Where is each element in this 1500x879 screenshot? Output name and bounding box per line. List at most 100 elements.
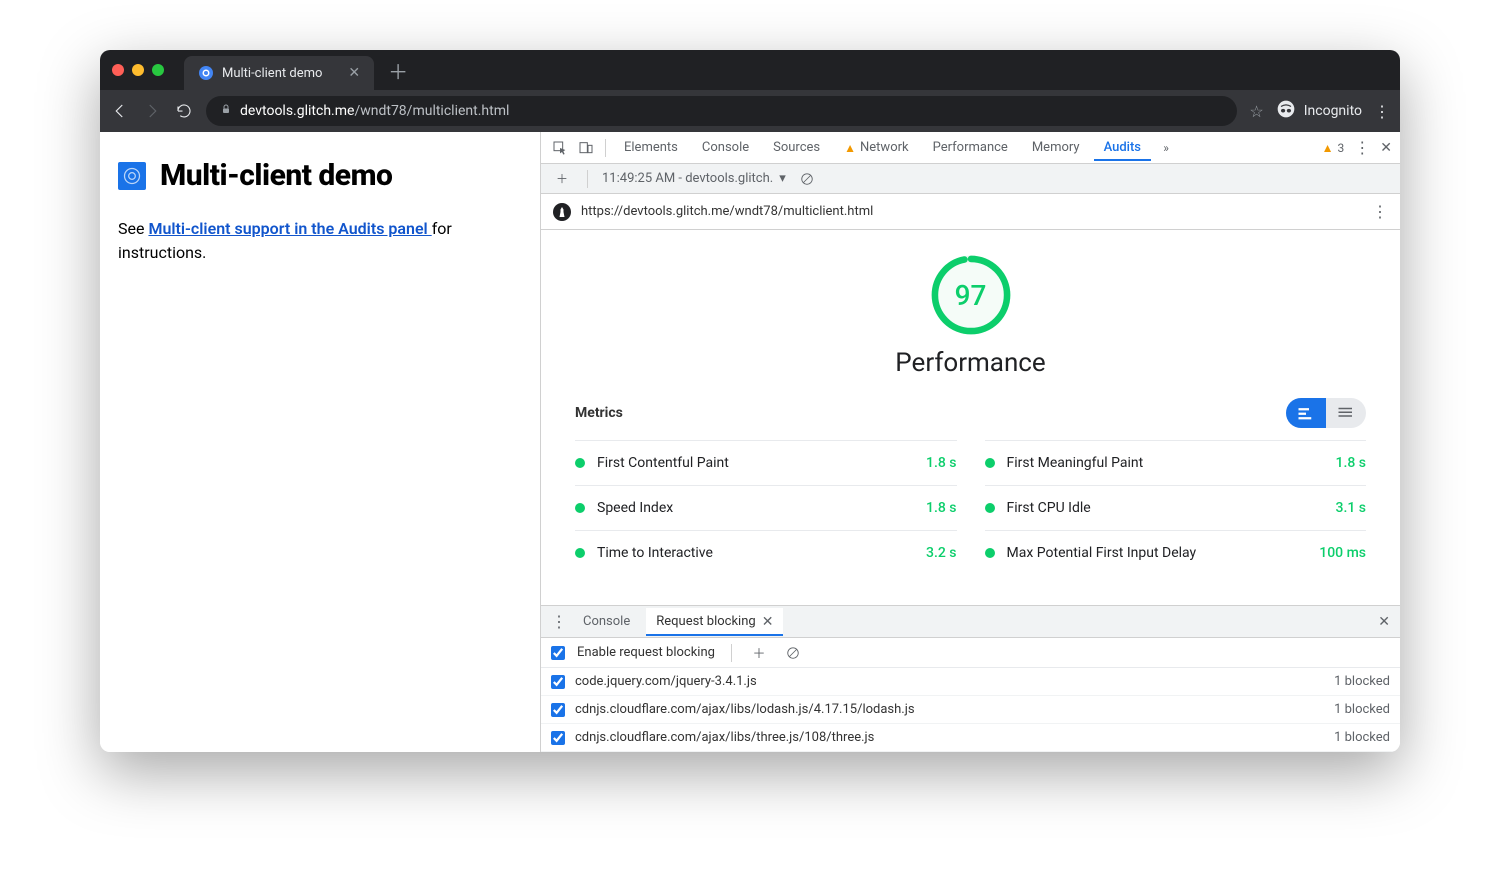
new-audit-button[interactable]: ＋ [551,168,573,190]
status-dot-icon [575,548,585,558]
audit-report-menu[interactable]: ⋮ [1372,202,1388,221]
audit-report: 97 Performance Metrics First Contentful … [541,230,1400,605]
rendered-page: Multi-client demo See Multi-client suppo… [100,132,540,752]
blocking-pattern-row[interactable]: cdnjs.cloudflare.com/ajax/libs/lodash.js… [541,696,1400,724]
divider [605,139,606,157]
incognito-indicator: Incognito [1276,99,1362,123]
tab-network-label: Network [860,140,909,155]
metric-value: 100 ms [1319,545,1366,561]
pattern-checkbox[interactable] [551,675,565,689]
metric-label: Max Potential First Input Delay [1007,545,1308,561]
gauge-score: 97 [930,254,1012,336]
metric-row: First CPU Idle 3.1 s [985,485,1367,530]
add-pattern-button[interactable]: ＋ [748,642,770,664]
browser-menu-button[interactable]: ⋮ [1374,102,1390,121]
devtools-settings-button[interactable]: ⋮ [1354,138,1370,157]
metric-value: 3.1 s [1336,500,1367,516]
forward-button[interactable] [142,102,162,120]
audits-toolbar: ＋ 11:49:25 AM - devtools.glitch. ▾ [541,164,1400,194]
pattern-text: cdnjs.cloudflare.com/ajax/libs/three.js/… [575,730,874,745]
device-toolbar-button[interactable] [575,137,597,159]
tab-console[interactable]: Console [692,134,759,161]
blocking-pattern-row[interactable]: cdnjs.cloudflare.com/ajax/libs/three.js/… [541,724,1400,752]
maximize-window-button[interactable] [152,64,164,76]
status-dot-icon [985,548,995,558]
status-dot-icon [985,458,995,468]
reload-button[interactable] [174,102,194,120]
url-path: /wndt78/multiclient.html [354,103,509,119]
tab-sources[interactable]: Sources [763,134,830,161]
status-dot-icon [575,458,585,468]
browser-tab[interactable]: Multi-client demo ✕ [184,56,374,90]
metric-row: Speed Index1.8 s [575,485,957,530]
window-controls [112,64,164,76]
browser-toolbar: devtools.glitch.me/wndt78/multiclient.ht… [100,90,1400,132]
tab-performance[interactable]: Performance [923,134,1018,161]
close-window-button[interactable] [112,64,124,76]
pattern-checkbox[interactable] [551,703,565,717]
tab-elements[interactable]: Elements [614,134,688,161]
tab-network[interactable]: ▲ Network [834,134,919,161]
metrics-section: Metrics First Contentful Paint1.8 s Firs… [541,388,1400,595]
more-tabs-button[interactable]: » [1155,137,1177,159]
browser-window: Multi-client demo ✕ ＋ devtools.glitch.me… [100,50,1400,752]
bookmark-star-icon[interactable]: ☆ [1249,102,1263,121]
devtools-drawer: ⋮ Console Request blocking ✕ ✕ Enable re… [541,605,1400,752]
content-area: Multi-client demo See Multi-client suppo… [100,132,1400,752]
performance-gauge: 97 Performance [541,230,1400,388]
pattern-checkbox[interactable] [551,731,565,745]
close-devtools-button[interactable]: ✕ [1380,140,1392,156]
page-body-pre: See [118,219,148,238]
close-drawer-tab-icon[interactable]: ✕ [762,614,774,630]
back-button[interactable] [110,102,130,120]
incognito-icon [1276,99,1296,123]
tab-memory[interactable]: Memory [1022,134,1090,161]
blocked-count: 1 blocked [1334,730,1390,745]
blocking-pattern-row[interactable]: code.jquery.com/jquery-3.4.1.js 1 blocke… [541,668,1400,696]
compact-view-button[interactable] [1286,398,1326,428]
enable-blocking-checkbox[interactable] [551,646,565,660]
page-header: Multi-client demo [118,158,522,193]
blocked-count: 1 blocked [1334,674,1390,689]
enable-blocking-label: Enable request blocking [577,645,715,660]
page-body: See Multi-client support in the Audits p… [118,217,522,265]
audit-url-bar: https://devtools.glitch.me/wndt78/multic… [541,194,1400,230]
instructions-link[interactable]: Multi-client support in the Audits panel [148,219,431,238]
close-drawer-button[interactable]: ✕ [1378,614,1390,630]
warning-icon: ▲ [844,141,856,155]
remove-all-patterns-button[interactable] [782,642,804,664]
metric-label: Speed Index [597,500,914,516]
drawer-menu-button[interactable]: ⋮ [551,612,567,631]
clear-audit-button[interactable] [796,168,818,190]
audit-run-selector[interactable]: 11:49:25 AM - devtools.glitch. ▾ [602,171,786,186]
devtools-panel: Elements Console Sources ▲ Network Perfor… [540,132,1400,752]
metric-row: First Meaningful Paint1.8 s [985,440,1367,485]
dropdown-caret-icon: ▾ [779,171,786,186]
metric-label: Time to Interactive [597,545,914,561]
expanded-view-button[interactable] [1326,398,1366,428]
drawer-tab-request-blocking[interactable]: Request blocking ✕ [646,608,783,636]
address-bar[interactable]: devtools.glitch.me/wndt78/multiclient.ht… [206,96,1237,126]
metric-value: 3.2 s [926,545,957,561]
inspect-element-button[interactable] [549,137,571,159]
request-blocking-toolbar: Enable request blocking ＋ [541,638,1400,668]
metric-label: First CPU Idle [1007,500,1324,516]
warning-count[interactable]: 3 [1338,141,1345,155]
metrics-title: Metrics [575,405,623,421]
metrics-grid: First Contentful Paint1.8 s First Meanin… [575,440,1366,575]
metric-label: First Meaningful Paint [1007,455,1324,471]
new-tab-button[interactable]: ＋ [388,56,408,85]
lighthouse-icon [553,203,571,221]
devtools-tabbar: Elements Console Sources ▲ Network Perfor… [541,132,1400,164]
pattern-text: code.jquery.com/jquery-3.4.1.js [575,674,757,689]
close-tab-icon[interactable]: ✕ [348,65,360,81]
tab-audits[interactable]: Audits [1094,134,1151,161]
drawer-tabbar: ⋮ Console Request blocking ✕ ✕ [541,606,1400,638]
devtools-logo-icon [118,162,146,190]
pattern-text: cdnjs.cloudflare.com/ajax/libs/lodash.js… [575,702,915,717]
divider [731,644,732,662]
minimize-window-button[interactable] [132,64,144,76]
drawer-tab-console[interactable]: Console [573,608,640,635]
audit-run-label: 11:49:25 AM - devtools.glitch. [602,171,773,186]
tab-favicon-icon [198,65,214,81]
